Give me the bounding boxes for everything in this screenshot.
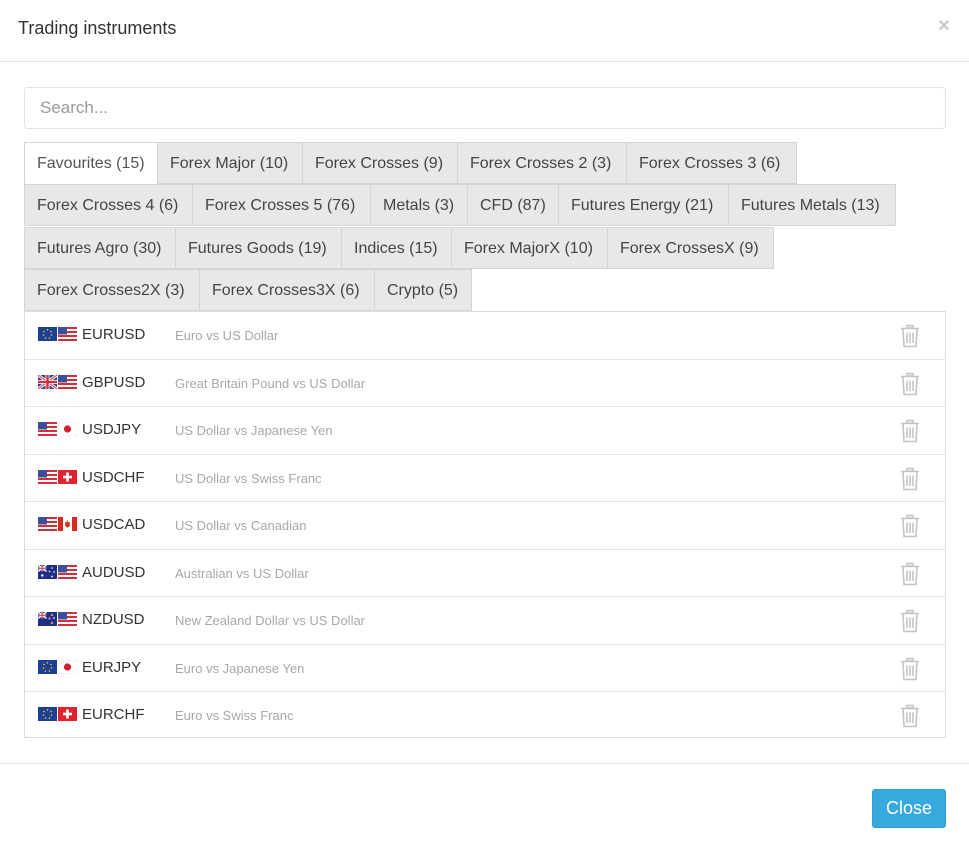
instrument-symbol: USDCAD	[82, 516, 146, 533]
instrument-tabs: Favourites (15) Forex Major (10) Forex C…	[24, 142, 946, 312]
trash-icon[interactable]	[899, 514, 921, 538]
instrument-symbol: EURCHF	[82, 706, 145, 723]
instrument-row[interactable]: USDCAD US Dollar vs Canadian	[25, 502, 945, 550]
close-button[interactable]: Close	[872, 789, 946, 828]
tab-forex-crosses2x[interactable]: Forex Crosses2X (3)	[24, 269, 200, 311]
footer-divider	[0, 763, 969, 764]
us-flag-icon	[58, 612, 77, 626]
tab-forex-major[interactable]: Forex Major (10)	[157, 142, 303, 184]
eu-flag-icon	[38, 707, 57, 721]
tab-favourites[interactable]: Favourites (15)	[24, 142, 158, 184]
instrument-description: US Dollar vs Japanese Yen	[175, 423, 333, 438]
instrument-symbol: AUDUSD	[82, 563, 146, 581]
trash-icon[interactable]	[899, 609, 921, 633]
instrument-symbol: GBPUSD	[82, 373, 146, 391]
currency-flags	[38, 659, 78, 674]
instrument-symbol: USDJPY	[82, 421, 142, 438]
instrument-symbol: USDCHF	[82, 468, 145, 486]
us-flag-icon	[58, 327, 77, 341]
tab-crypto[interactable]: Crypto (5)	[374, 269, 472, 311]
currency-flags	[38, 612, 78, 626]
currency-flags	[38, 374, 78, 389]
instrument-row[interactable]: NZDUSD New Zealand Dollar vs US Dollar	[25, 597, 945, 645]
tab-metals[interactable]: Metals (3)	[370, 184, 468, 226]
modal-header: Trading instruments ×	[0, 0, 969, 62]
tab-indices[interactable]: Indices (15)	[341, 227, 452, 269]
tab-forex-crosses3x[interactable]: Forex Crosses3X (6)	[199, 269, 375, 311]
ch-flag-icon	[58, 469, 77, 484]
instrument-description: Great Britain Pound vs US Dollar	[175, 375, 366, 391]
instrument-row[interactable]: GBPUSD Great Britain Pound vs US Dollar	[25, 360, 945, 407]
jp-flag-icon	[58, 422, 77, 436]
eu-flag-icon	[38, 327, 57, 341]
au-flag-icon	[38, 564, 57, 579]
us-flag-icon	[58, 564, 77, 579]
instrument-row[interactable]: USDJPY US Dollar vs Japanese Yen	[25, 407, 945, 455]
currency-flags	[38, 517, 78, 531]
instrument-description: Euro vs US Dollar	[175, 328, 279, 343]
search-input[interactable]	[24, 87, 946, 129]
jp-flag-icon	[58, 659, 77, 674]
tab-forex-crosses-5[interactable]: Forex Crosses 5 (76)	[192, 184, 371, 226]
trash-icon[interactable]	[899, 419, 921, 443]
tab-futures-agro[interactable]: Futures Agro (30)	[24, 227, 176, 269]
trash-icon[interactable]	[899, 657, 921, 681]
instrument-symbol: EURUSD	[82, 326, 146, 343]
currency-flags	[38, 469, 78, 484]
tab-futures-goods[interactable]: Futures Goods (19)	[175, 227, 342, 269]
instrument-description: US Dollar vs Canadian	[175, 518, 307, 533]
us-flag-icon	[58, 374, 77, 389]
ch-flag-icon	[58, 707, 77, 721]
currency-flags	[38, 422, 78, 436]
currency-flags	[38, 707, 78, 721]
instrument-description: Euro vs Swiss Franc	[175, 708, 294, 723]
trash-icon[interactable]	[899, 324, 921, 348]
tab-forex-crossesx[interactable]: Forex CrossesX (9)	[607, 227, 774, 269]
instrument-symbol: EURJPY	[82, 658, 142, 676]
us-flag-icon	[38, 517, 57, 531]
instrument-description: Australian vs US Dollar	[175, 565, 309, 581]
tab-forex-majorx[interactable]: Forex MajorX (10)	[451, 227, 608, 269]
instrument-row[interactable]: EURJPY Euro vs Japanese Yen	[25, 645, 945, 692]
trash-icon[interactable]	[899, 467, 921, 491]
us-flag-icon	[38, 469, 57, 484]
ca-flag-icon	[58, 517, 77, 531]
tab-futures-metals[interactable]: Futures Metals (13)	[728, 184, 896, 226]
currency-flags	[38, 564, 78, 579]
nz-flag-icon	[38, 612, 57, 626]
instrument-row[interactable]: EURCHF Euro vs Swiss Franc	[25, 692, 945, 740]
instrument-description: New Zealand Dollar vs US Dollar	[175, 613, 366, 628]
trash-icon[interactable]	[899, 372, 921, 396]
tab-forex-crosses-4[interactable]: Forex Crosses 4 (6)	[24, 184, 193, 226]
instrument-symbol: NZDUSD	[82, 611, 145, 628]
close-icon[interactable]: ×	[936, 16, 952, 36]
tab-forex-crosses[interactable]: Forex Crosses (9)	[302, 142, 458, 184]
us-flag-icon	[38, 422, 57, 436]
modal-title: Trading instruments	[18, 18, 177, 38]
instrument-row[interactable]: EURUSD Euro vs US Dollar	[25, 312, 945, 360]
currency-flags	[38, 327, 78, 341]
tab-futures-energy[interactable]: Futures Energy (21)	[558, 184, 729, 226]
gb-flag-icon	[38, 374, 57, 389]
trash-icon[interactable]	[899, 704, 921, 728]
tab-forex-crosses-3[interactable]: Forex Crosses 3 (6)	[626, 142, 797, 184]
eu-flag-icon	[38, 659, 57, 674]
trash-icon[interactable]	[899, 562, 921, 586]
instrument-description: Euro vs Japanese Yen	[175, 660, 305, 676]
tab-cfd[interactable]: CFD (87)	[467, 184, 559, 226]
instrument-description: US Dollar vs Swiss Franc	[175, 470, 322, 486]
instrument-list: EURUSD Euro vs US Dollar GBPUSD Great Br…	[24, 311, 946, 738]
tab-forex-crosses-2[interactable]: Forex Crosses 2 (3)	[457, 142, 627, 184]
instrument-row[interactable]: AUDUSD Australian vs US Dollar	[25, 550, 945, 597]
instrument-row[interactable]: USDCHF US Dollar vs Swiss Franc	[25, 455, 945, 502]
